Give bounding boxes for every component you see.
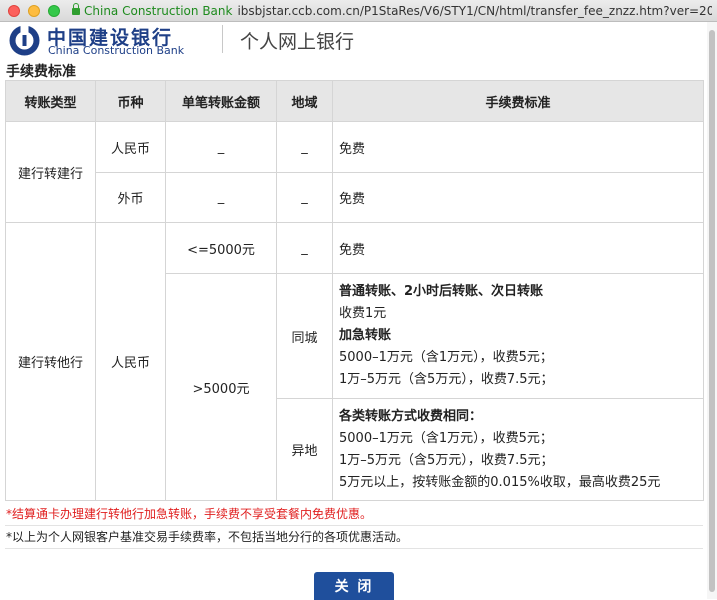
cell-amount-dash: _ bbox=[165, 121, 277, 173]
cell-region-other-city: 异地 bbox=[276, 398, 333, 501]
fee-table: 转账类型 币种 单笔转账金额 地域 手续费标准 建行转建行 人民币 _ _ 免费… bbox=[5, 80, 704, 501]
secure-site-label: China Construction Bank bbox=[84, 4, 233, 18]
cell-same-city-fee-detail: 普通转账、2小时后转账、次日转账 收费1元 加急转账 5000–1万元（含1万元… bbox=[332, 273, 704, 399]
fee-line: 各类转账方式收费相同： bbox=[339, 408, 483, 424]
close-window-icon[interactable] bbox=[8, 5, 20, 17]
header-region: 地域 bbox=[276, 80, 333, 122]
fee-line: 5000–1万元（含1万元），收费5元； bbox=[339, 350, 553, 365]
cell-fee-free: 免费 bbox=[332, 121, 704, 173]
cell-ccb-to-ccb: 建行转建行 bbox=[5, 121, 96, 223]
ccb-logo-icon bbox=[9, 25, 40, 56]
fee-line: 5000–1万元（含1万元），收费5元； bbox=[339, 430, 553, 446]
logo-english-name: China Construction Bank bbox=[48, 44, 185, 57]
fee-line: 5万元以上，按转账金额的0.015%收取，最高收费25元 bbox=[339, 474, 661, 490]
cell-amount-le5000: <=5000元 bbox=[165, 222, 277, 274]
page-title: 个人网上银行 bbox=[240, 31, 355, 53]
cell-currency-foreign: 外币 bbox=[95, 172, 166, 223]
header-transfer-type: 转账类型 bbox=[5, 80, 96, 122]
cell-other-city-fee-detail: 各类转账方式收费相同： 5000–1万元（含1万元），收费5元； 1万–5万元（… bbox=[332, 398, 704, 501]
fee-line: 1万–5万元（含5万元），收费7.5元； bbox=[339, 452, 554, 468]
minimize-window-icon[interactable] bbox=[28, 5, 40, 17]
address-bar[interactable]: China Construction Bank ibsbjstar.ccb.com… bbox=[72, 3, 712, 19]
page-header: 中国建设银行 China Construction Bank 个人网上银行 bbox=[0, 22, 717, 60]
note-base-rate: *以上为个人网银客户基准交易手续费率，不包括当地分行的各项优惠活动。 bbox=[5, 526, 703, 549]
section-title: 手续费标准 bbox=[6, 64, 76, 80]
notes: *结算通卡办理建行转他行加急转账，手续费不享受套餐内免费优惠。 *以上为个人网银… bbox=[5, 503, 703, 549]
header-amount: 单笔转账金额 bbox=[165, 80, 277, 122]
close-button[interactable]: 关 闭 bbox=[314, 572, 394, 600]
table-row: 建行转他行 人民币 <=5000元 _ 免费 bbox=[5, 222, 704, 501]
cell-currency-cny: 人民币 bbox=[95, 222, 166, 501]
table-header-row: 转账类型 币种 单笔转账金额 地域 手续费标准 bbox=[5, 80, 704, 122]
cell-fee-free: 免费 bbox=[332, 172, 704, 223]
header-divider bbox=[222, 25, 223, 53]
zoom-window-icon[interactable] bbox=[48, 5, 60, 17]
note-urgent-transfer: *结算通卡办理建行转他行加急转账，手续费不享受套餐内免费优惠。 bbox=[5, 503, 703, 526]
cell-fee-free: 免费 bbox=[332, 222, 704, 274]
cell-region-dash: _ bbox=[276, 222, 333, 274]
fee-line: 加急转账 bbox=[339, 328, 392, 343]
cell-region-dash: _ bbox=[276, 172, 333, 223]
url-text: ibsbjstar.ccb.com.cn/P1StaRes/V6/STY1/CN… bbox=[237, 4, 712, 18]
fee-line: 普通转账、2小时后转账、次日转账 bbox=[339, 284, 544, 299]
window-titlebar: China Construction Bank ibsbjstar.ccb.com… bbox=[0, 0, 717, 22]
scrollbar-thumb[interactable] bbox=[709, 30, 715, 592]
cell-amount-gt5000: >5000元 bbox=[165, 273, 277, 501]
table-row: 建行转建行 人民币 _ _ 免费 bbox=[5, 121, 704, 223]
fee-line: 收费1元 bbox=[339, 306, 387, 321]
header-fee-standard: 手续费标准 bbox=[332, 80, 704, 122]
lock-icon bbox=[72, 3, 80, 15]
cell-region-same-city: 同城 bbox=[276, 273, 333, 399]
cell-amount-dash: _ bbox=[165, 172, 277, 223]
cell-ccb-to-other: 建行转他行 bbox=[5, 222, 96, 501]
cell-region-dash: _ bbox=[276, 121, 333, 173]
table-row: 外币 _ _ 免费 bbox=[6, 172, 704, 223]
header-currency: 币种 bbox=[95, 80, 166, 122]
fee-line: 1万–5万元（含5万元），收费7.5元； bbox=[339, 372, 554, 387]
cell-currency-cny: 人民币 bbox=[95, 121, 166, 173]
